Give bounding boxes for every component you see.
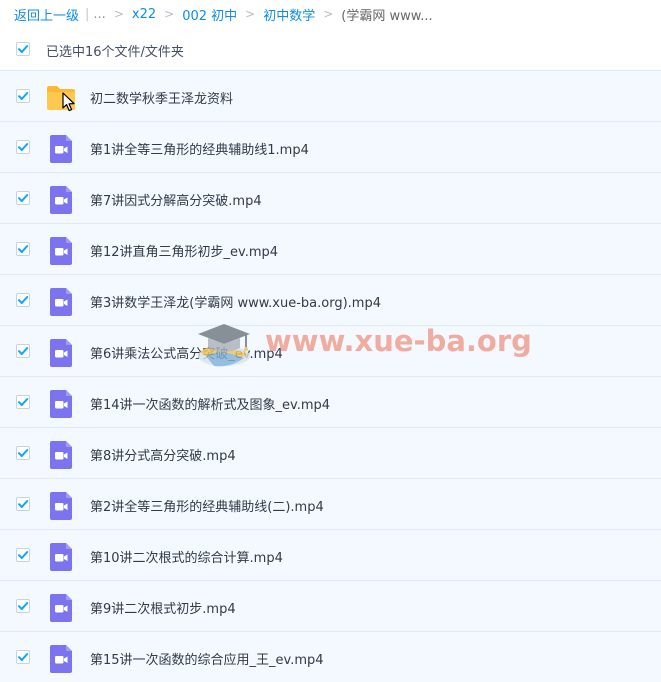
- video-file-icon: [46, 134, 76, 164]
- selection-count: 已选中16个文件/文件夹: [46, 45, 184, 60]
- breadcrumb-separator-icon: >: [323, 7, 334, 21]
- video-file-icon: [46, 644, 76, 674]
- file-row[interactable]: 第8讲分式高分突破.mp4: [0, 427, 661, 478]
- row-checkbox[interactable]: [16, 89, 30, 103]
- checkmark-icon: [18, 500, 29, 508]
- file-row[interactable]: 第12讲直角三角形初步_ev.mp4: [0, 223, 661, 274]
- file-row[interactable]: 第2讲全等三角形的经典辅助线(二).mp4: [0, 478, 661, 529]
- breadcrumb: 返回上一级 | ... > x22 > 002 初中 > 初中数学 > (学霸网…: [14, 4, 433, 24]
- file-name[interactable]: 第2讲全等三角形的经典辅助线(二).mp4: [90, 496, 324, 515]
- file-name[interactable]: 第3讲数学王泽龙(学霸网 www.xue-ba.org).mp4: [90, 292, 381, 311]
- file-name[interactable]: 第14讲一次函数的解析式及图象_ev.mp4: [90, 394, 330, 413]
- row-checkbox[interactable]: [16, 548, 30, 562]
- file-name[interactable]: 第12讲直角三角形初步_ev.mp4: [90, 241, 278, 260]
- row-checkbox[interactable]: [16, 293, 30, 307]
- file-name[interactable]: 第6讲乘法公式高分突破_ev.mp4: [90, 343, 283, 362]
- row-checkbox[interactable]: [16, 242, 30, 256]
- breadcrumb-item-002[interactable]: 002 初中: [182, 5, 237, 24]
- checkmark-icon: [18, 194, 29, 202]
- file-row[interactable]: 第14讲一次函数的解析式及图象_ev.mp4: [0, 376, 661, 427]
- video-file-icon: [46, 593, 76, 623]
- breadcrumb-separator-icon: >: [245, 7, 256, 21]
- video-file-icon: [46, 185, 76, 215]
- checkmark-icon: [18, 143, 29, 151]
- row-checkbox[interactable]: [16, 191, 30, 205]
- file-row[interactable]: 第3讲数学王泽龙(学霸网 www.xue-ba.org).mp4: [0, 274, 661, 325]
- checkmark-icon: [18, 449, 29, 457]
- checkmark-icon: [18, 551, 29, 559]
- breadcrumb-divider: |: [85, 6, 90, 22]
- file-row[interactable]: 第15讲一次函数的综合应用_王_ev.mp4: [0, 631, 661, 682]
- checkmark-icon: [18, 296, 29, 304]
- file-name[interactable]: 第8讲分式高分突破.mp4: [90, 445, 236, 464]
- row-checkbox[interactable]: [16, 140, 30, 154]
- checkmark-icon: [18, 602, 29, 610]
- checkmark-icon: [18, 245, 29, 253]
- row-checkbox[interactable]: [16, 497, 30, 511]
- video-file-icon: [46, 338, 76, 368]
- file-name[interactable]: 第15讲一次函数的综合应用_王_ev.mp4: [90, 649, 324, 668]
- breadcrumb-ellipsis[interactable]: ...: [93, 7, 105, 22]
- file-name[interactable]: 第9讲二次根式初步.mp4: [90, 598, 236, 617]
- checkmark-icon: [18, 92, 29, 100]
- row-checkbox[interactable]: [16, 446, 30, 460]
- selection-header: 已选中16个文件/文件夹: [0, 38, 661, 62]
- file-name[interactable]: 第1讲全等三角形的经典辅助线1.mp4: [90, 139, 309, 158]
- file-row[interactable]: 第9讲二次根式初步.mp4: [0, 580, 661, 631]
- row-checkbox[interactable]: [16, 344, 30, 358]
- video-file-icon: [46, 236, 76, 266]
- select-all-checkbox[interactable]: [16, 42, 30, 56]
- video-file-icon: [46, 389, 76, 419]
- row-checkbox[interactable]: [16, 395, 30, 409]
- back-link[interactable]: 返回上一级: [14, 5, 79, 24]
- file-row[interactable]: 第6讲乘法公式高分突破_ev.mp4: [0, 325, 661, 376]
- breadcrumb-separator-icon: >: [113, 7, 124, 21]
- video-file-icon: [46, 491, 76, 521]
- file-name[interactable]: 第10讲二次根式的综合计算.mp4: [90, 547, 283, 566]
- checkmark-icon: [18, 45, 29, 53]
- checkmark-icon: [18, 653, 29, 661]
- row-checkbox[interactable]: [16, 599, 30, 613]
- video-file-icon: [46, 287, 76, 317]
- video-file-icon: [46, 440, 76, 470]
- file-row[interactable]: 第7讲因式分解高分突破.mp4: [0, 172, 661, 223]
- breadcrumb-item-x22[interactable]: x22: [132, 7, 156, 22]
- breadcrumb-item-math[interactable]: 初中数学: [263, 5, 315, 24]
- row-checkbox[interactable]: [16, 650, 30, 664]
- file-name[interactable]: 初二数学秋季王泽龙资料: [90, 88, 233, 107]
- breadcrumb-separator-icon: >: [164, 7, 175, 21]
- mouse-pointer-icon: [62, 92, 75, 112]
- file-list: 初二数学秋季王泽龙资料第1讲全等三角形的经典辅助线1.mp4 第7讲因式分解高分突…: [0, 70, 661, 682]
- file-name[interactable]: 第7讲因式分解高分突破.mp4: [90, 190, 262, 209]
- file-row[interactable]: 第1讲全等三角形的经典辅助线1.mp4: [0, 121, 661, 172]
- checkmark-icon: [18, 347, 29, 355]
- checkmark-icon: [18, 398, 29, 406]
- file-row[interactable]: 第10讲二次根式的综合计算.mp4: [0, 529, 661, 580]
- video-file-icon: [46, 542, 76, 572]
- folder-row[interactable]: 初二数学秋季王泽龙资料: [0, 70, 661, 121]
- breadcrumb-current: (学霸网 www...: [341, 8, 433, 24]
